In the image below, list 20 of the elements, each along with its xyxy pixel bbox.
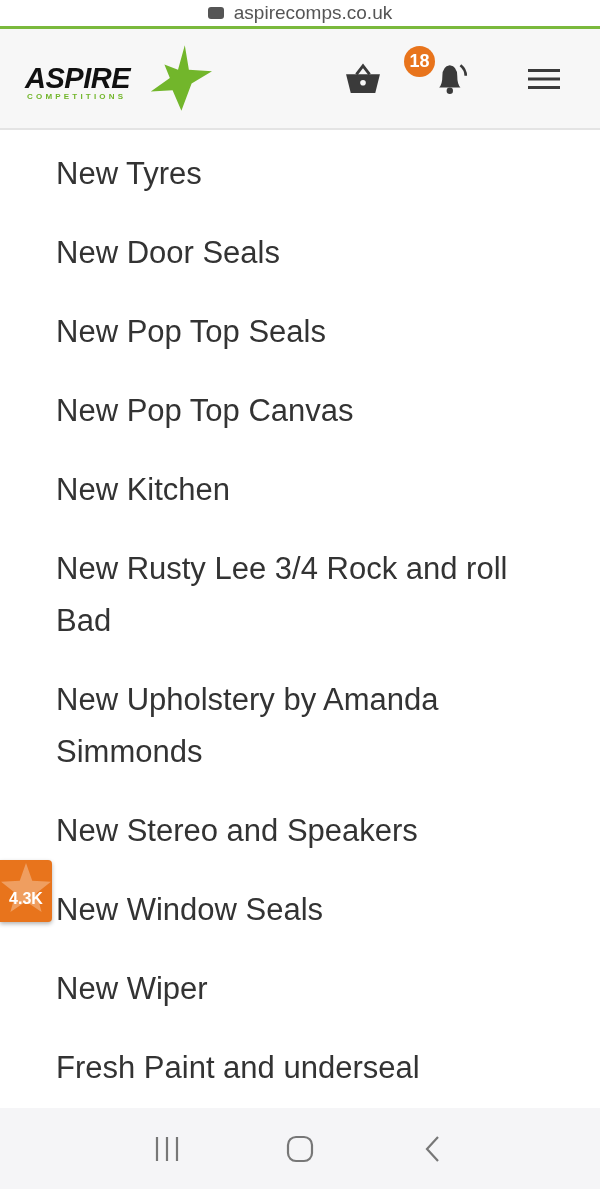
url-text[interactable]: aspirecomps.co.uk (233, 2, 393, 24)
menu-link[interactable]: New Pop Top Canvas (56, 371, 541, 450)
menu-link[interactable]: New Upholstery by Amanda Simmonds (56, 660, 541, 791)
menu-link[interactable]: New Tyres (56, 134, 541, 213)
menu-link[interactable]: New Door Seals (56, 213, 541, 292)
basket-icon[interactable] (344, 62, 382, 95)
lock-icon (207, 7, 224, 19)
home-icon[interactable] (285, 1133, 315, 1164)
menu-link[interactable]: New Kitchen (56, 450, 541, 529)
menu-link[interactable]: New Rusty Lee 3/4 Rock and roll Bad (56, 529, 541, 660)
bell-icon[interactable] (438, 61, 468, 96)
menu-icon[interactable] (528, 67, 560, 90)
star-icon (0, 862, 52, 914)
menu-link[interactable]: Fresh Paint and underseal (56, 1028, 541, 1107)
menu-link[interactable]: New Window Seals (56, 870, 541, 949)
notification-count: 18 (404, 45, 435, 77)
menu-link[interactable]: New Wiper (56, 949, 541, 1028)
logo[interactable]: ASPIRE COMPETITIONS (25, 43, 225, 114)
menu-link[interactable]: New Pop Top Seals (56, 292, 541, 371)
menu-link[interactable]: New Stereo and Speakers (56, 791, 541, 870)
